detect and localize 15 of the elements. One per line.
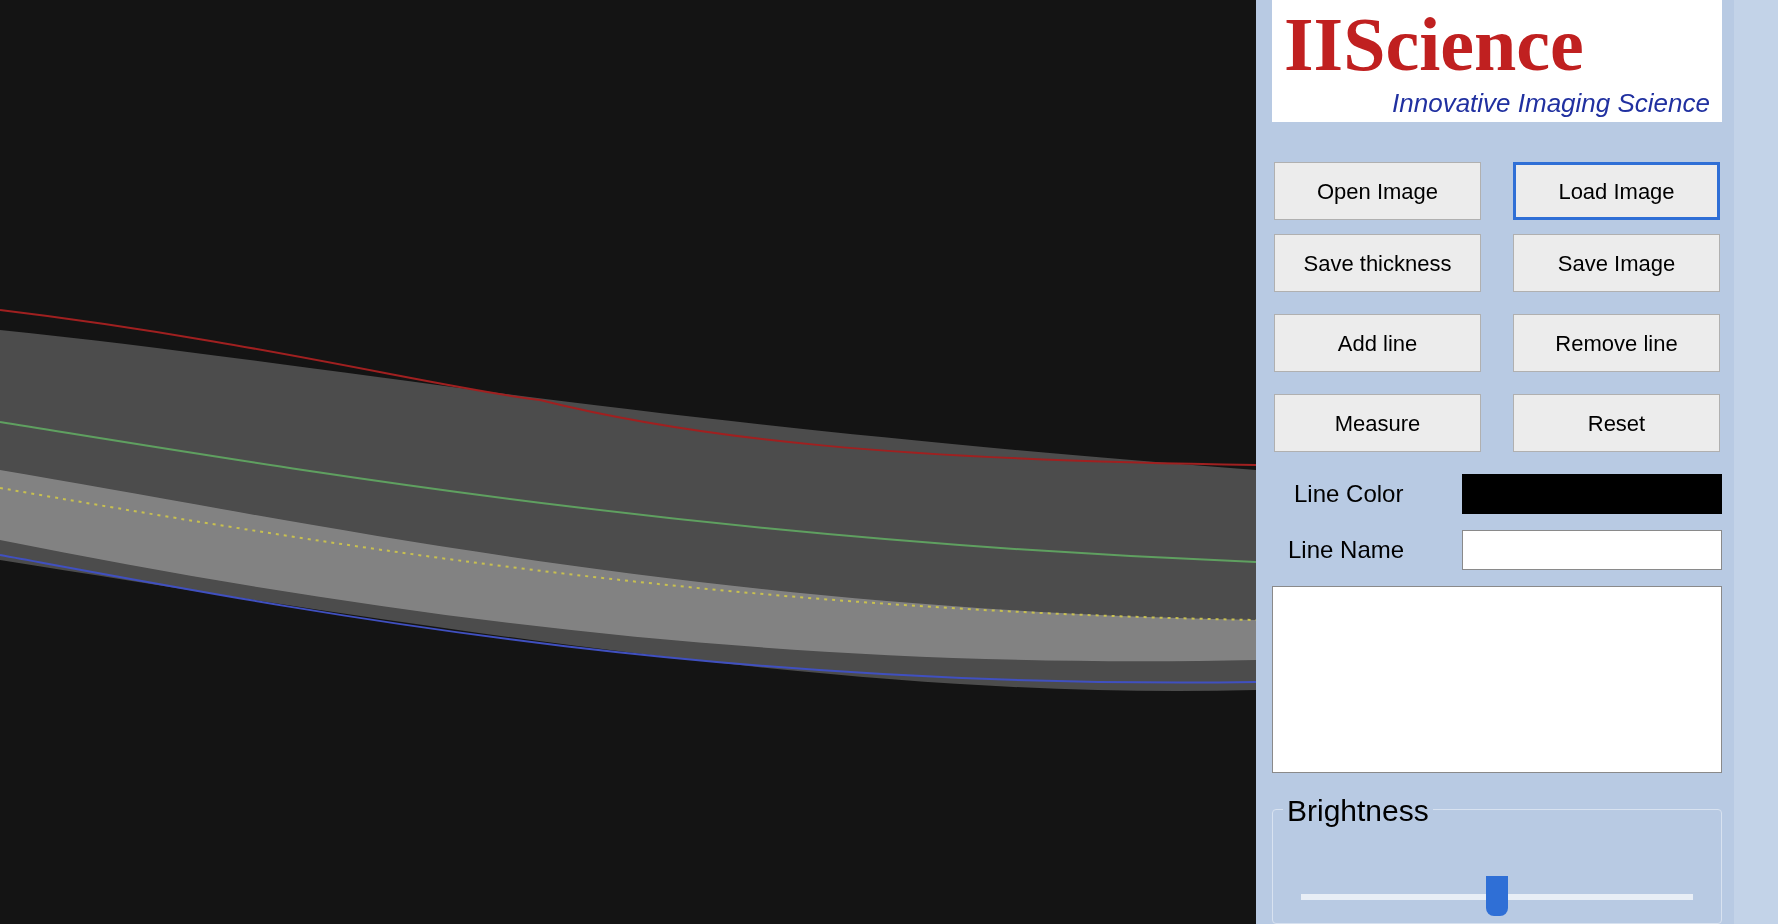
action-button[interactable]: Measure	[1274, 394, 1481, 452]
action-button[interactable]: Remove line	[1513, 314, 1720, 372]
slider-thumb[interactable]	[1486, 875, 1508, 916]
action-button[interactable]: Load Image	[1513, 162, 1720, 220]
action-button[interactable]: Add line	[1274, 314, 1481, 372]
line-name-field[interactable]	[1462, 530, 1722, 570]
action-button[interactable]: Open Image	[1274, 162, 1481, 220]
line-color-swatch[interactable]	[1462, 474, 1722, 514]
line-color-label: Line Color	[1293, 479, 1405, 509]
line-name-label: Line Name	[1287, 535, 1406, 565]
logo-title: IIScience	[1284, 4, 1585, 84]
action-button[interactable]: Save thickness	[1274, 234, 1481, 292]
logo-tagline: Innovative Imaging Science	[1392, 87, 1710, 120]
action-button[interactable]: Reset	[1513, 394, 1720, 452]
action-button[interactable]: Save Image	[1513, 234, 1720, 292]
